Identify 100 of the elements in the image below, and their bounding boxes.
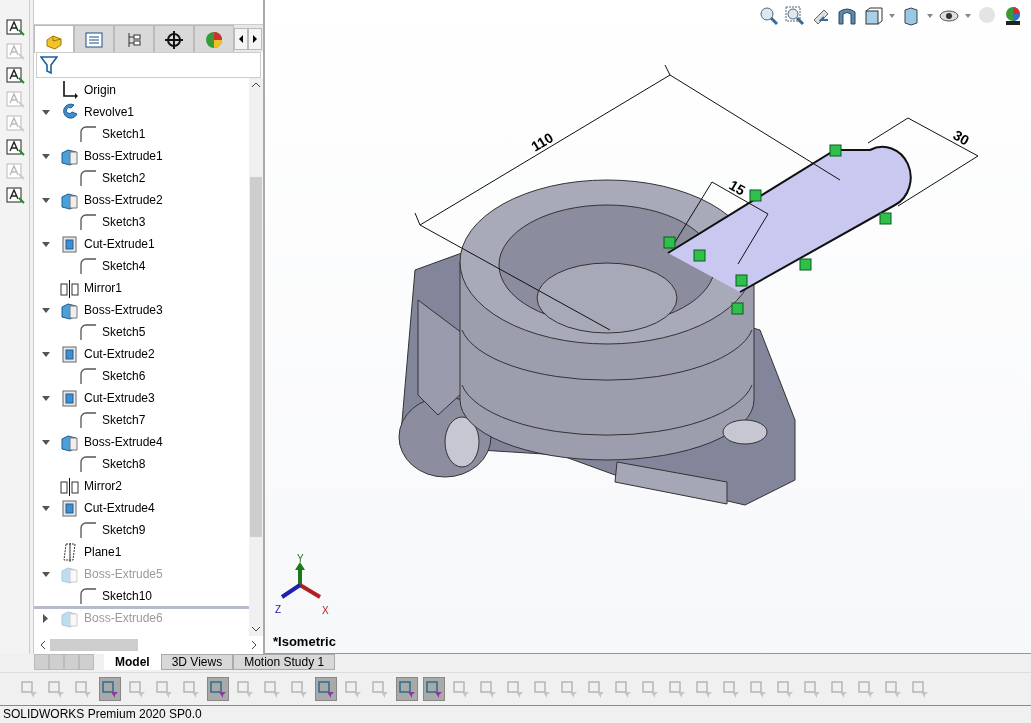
filter-icon[interactable] <box>40 55 58 75</box>
crosshair-icon <box>164 29 184 50</box>
tree-item-label[interactable]: Sketch7 <box>98 411 146 429</box>
filter-icon <box>641 680 659 699</box>
filter-icon <box>290 680 308 699</box>
scroll-right-icon[interactable] <box>251 640 257 651</box>
sketch-icon <box>78 520 98 540</box>
scroll-up-icon[interactable] <box>251 82 261 88</box>
tab-scroll-button[interactable] <box>64 654 79 671</box>
expand-arrow-icon[interactable] <box>40 349 50 359</box>
expand-arrow-icon[interactable] <box>40 393 50 403</box>
filter-icon <box>263 680 281 699</box>
tree-item-label[interactable]: Sketch4 <box>98 257 146 275</box>
view-orientation-icon[interactable] <box>863 6 883 26</box>
display-style-icon[interactable] <box>901 6 921 26</box>
extrude-icon <box>60 608 80 628</box>
dimension-value[interactable]: 15 <box>726 176 748 199</box>
mirror-icon <box>60 476 80 496</box>
filter-button[interactable] <box>423 677 445 702</box>
scroll-down-icon[interactable] <box>251 626 261 633</box>
annotation-tool-icon[interactable] <box>4 66 25 84</box>
tree-item-label[interactable]: Cut-Extrude1 <box>80 235 155 253</box>
expand-arrow-icon[interactable] <box>40 305 50 315</box>
section-view-icon[interactable] <box>837 6 857 26</box>
tree-item-label[interactable]: Sketch9 <box>98 521 146 539</box>
expand-arrow-icon[interactable] <box>40 151 50 161</box>
bottom-tab[interactable]: 3D Views <box>160 654 234 671</box>
filter-icon <box>182 680 200 699</box>
tree-item-label[interactable]: Sketch10 <box>98 587 153 605</box>
filter-icon <box>74 680 92 699</box>
filter-icon <box>155 680 173 699</box>
annotation-tool-icon[interactable] <box>4 18 25 36</box>
caret-icon[interactable] <box>965 14 971 18</box>
filter-button[interactable] <box>99 677 121 702</box>
dimension-line[interactable] <box>867 117 979 207</box>
bottom-tab[interactable]: Motion Study 1 <box>233 654 336 671</box>
scroll-left-icon[interactable] <box>40 640 46 651</box>
tree-item-label[interactable]: Boss-Extrude3 <box>80 301 163 319</box>
sketch-icon <box>78 256 98 276</box>
tree-item-label[interactable]: Sketch8 <box>98 455 146 473</box>
tree-item-label[interactable]: Sketch2 <box>98 169 146 187</box>
zoom-fit-icon[interactable] <box>759 6 779 26</box>
sketch-icon <box>78 212 98 232</box>
tree-item-label[interactable]: Sketch6 <box>98 367 146 385</box>
filter-button[interactable] <box>207 677 229 702</box>
tree-item-label[interactable]: Revolve1 <box>80 103 135 121</box>
tree-item-label[interactable]: Cut-Extrude2 <box>80 345 155 363</box>
panel-tab[interactable] <box>154 25 194 53</box>
filter-icon <box>317 680 335 699</box>
tree-item-label[interactable]: Sketch3 <box>98 213 146 231</box>
dimension-line[interactable] <box>414 64 841 331</box>
filter-icon <box>587 680 605 699</box>
part-model-drawing[interactable]: 110 15 30 <box>398 64 979 506</box>
expand-arrow-icon[interactable] <box>40 239 50 249</box>
expand-arrow-icon[interactable] <box>40 107 50 117</box>
scrollbar-thumb[interactable] <box>250 177 262 538</box>
filter-icon <box>236 680 254 699</box>
scrollbar-thumb[interactable] <box>50 639 138 652</box>
filter-button[interactable] <box>396 677 418 702</box>
expand-arrow-icon[interactable] <box>40 503 50 513</box>
filter-button[interactable] <box>315 677 337 702</box>
filter-icon <box>614 680 632 699</box>
tree-item-label[interactable]: Mirror2 <box>80 477 122 495</box>
scroll-left-button[interactable] <box>234 28 248 50</box>
tree-item-label[interactable]: Boss-Extrude4 <box>80 433 163 451</box>
bottom-tab[interactable]: Model <box>104 654 161 671</box>
caret-right-icon <box>252 34 258 44</box>
tree-item-label[interactable]: Plane1 <box>80 543 122 561</box>
tree-item-label[interactable]: Boss-Extrude2 <box>80 191 163 209</box>
cut-extrude-icon <box>60 388 80 408</box>
expand-arrow-icon[interactable] <box>40 613 50 623</box>
expand-arrow-icon[interactable] <box>40 569 50 579</box>
dimension-value[interactable]: 30 <box>950 126 972 149</box>
caret-icon[interactable] <box>889 14 895 18</box>
tree-item-label[interactable]: Mirror1 <box>80 279 122 297</box>
annotation-tool-icon[interactable] <box>4 138 25 156</box>
appearance-icon[interactable] <box>1003 6 1023 26</box>
tree-item-label[interactable]: Sketch5 <box>98 323 146 341</box>
tree-item-label[interactable]: Cut-Extrude4 <box>80 499 155 517</box>
filter-icon <box>452 680 470 699</box>
sketch-icon <box>78 322 98 342</box>
sketch-icon <box>78 454 98 474</box>
scroll-right-button[interactable] <box>248 28 262 50</box>
tree-item-label[interactable]: Cut-Extrude3 <box>80 389 155 407</box>
dimension-value[interactable]: 110 <box>528 129 556 155</box>
tree-item-label[interactable]: Boss-Extrude1 <box>80 147 163 165</box>
mirror-icon <box>60 278 80 298</box>
filter-icon <box>722 680 740 699</box>
caret-icon[interactable] <box>927 14 933 18</box>
zoom-area-icon[interactable] <box>785 6 805 26</box>
tree-item-label[interactable]: Origin <box>80 81 116 99</box>
axis-triad-drawing <box>280 562 322 599</box>
list-icon <box>84 29 104 50</box>
tab-scroll-button[interactable] <box>79 654 94 671</box>
tree-item-label[interactable]: Sketch1 <box>98 125 146 143</box>
filter-icon <box>209 680 227 699</box>
expand-arrow-icon[interactable] <box>40 195 50 205</box>
filter-icon <box>371 680 389 699</box>
annotation-tool-icon[interactable] <box>4 186 25 204</box>
expand-arrow-icon[interactable] <box>40 437 50 447</box>
